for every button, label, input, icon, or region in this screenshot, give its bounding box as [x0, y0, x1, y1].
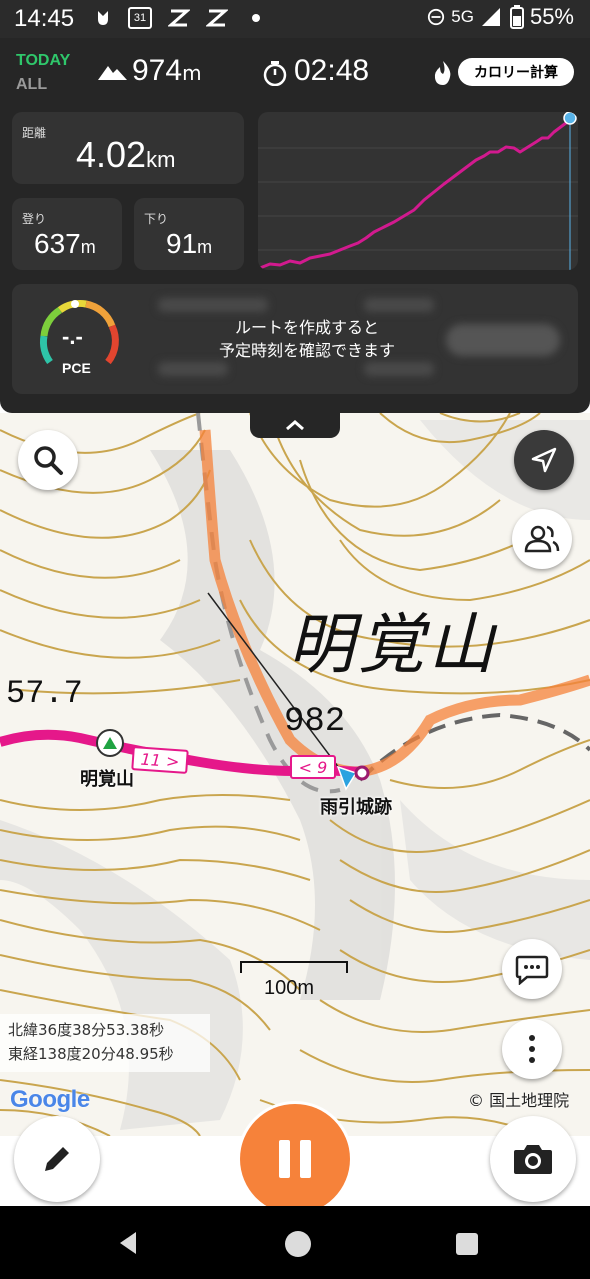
distance-card: 距離 4.02km: [12, 112, 244, 184]
elevation-profile-line: [259, 116, 575, 270]
notification-icon: [98, 11, 108, 25]
elevation-label-2: 57.7: [6, 675, 83, 712]
latitude-readout: 北緯36度38分53.38秒: [8, 1021, 165, 1039]
status-time: 14:45: [14, 5, 75, 32]
google-logo: Google: [10, 1086, 90, 1113]
route-notice-line1: ルートを作成すると: [234, 318, 379, 337]
blurred-info: [364, 298, 434, 312]
status-bar: 14:45 31 5G 55%: [0, 0, 590, 38]
elapsed-time: 02:48: [294, 54, 370, 87]
descent-display: 91m: [166, 228, 212, 260]
elevation-label: 982: [284, 703, 346, 741]
summit-marker[interactable]: [96, 729, 124, 757]
summit-icon: [103, 737, 117, 749]
distance-value: 4.02: [76, 134, 147, 175]
segment-time-label: 11 >: [131, 746, 189, 774]
altitude-value: 974: [132, 54, 183, 87]
blurred-info: [364, 362, 434, 376]
system-navigation-bar: [0, 1206, 590, 1279]
ascent-display: 637m: [34, 228, 96, 260]
app-notify-icon-2: [206, 9, 228, 27]
home-icon[interactable]: [285, 1231, 311, 1257]
current-location-icon: [336, 765, 370, 791]
chat-bubble-icon: [515, 955, 549, 985]
panel-collapse-handle[interactable]: [250, 412, 340, 438]
descent-label: 下り: [144, 212, 169, 226]
ascent-label: 登り: [22, 212, 47, 226]
elevation-profile-card[interactable]: [258, 112, 578, 270]
blurred-button: [446, 324, 560, 356]
dashed-trail-2: [358, 712, 590, 782]
current-altitude: 974m: [132, 54, 202, 88]
mountain-name-label: 明覚山: [288, 606, 498, 683]
chat-button[interactable]: [502, 939, 562, 999]
distance-unit: km: [146, 147, 176, 172]
status-right: 5G 55%: [427, 4, 574, 30]
summit-label: 明覚山: [80, 769, 134, 790]
battery-percent: 55%: [529, 4, 574, 29]
pace-card: -.- PCE ルートを作成すると 予定時刻を確認できます: [12, 284, 578, 394]
camera-icon: [514, 1145, 552, 1174]
more-options-button[interactable]: [502, 1019, 562, 1079]
scale-bar: [240, 961, 348, 973]
descent-unit: m: [197, 237, 213, 257]
blurred-info: [158, 298, 268, 312]
altitude-unit: m: [182, 61, 202, 85]
elevation-profile-chart: [258, 112, 578, 270]
scale-label: 100m: [264, 977, 315, 999]
group-members-button[interactable]: [512, 509, 572, 569]
activity-dashboard: TODAY ALL 974m 02:48 カロリー計算 距離 4.02km 登り…: [0, 38, 590, 413]
pace-label: PCE: [62, 360, 91, 376]
chevron-up-icon: [286, 420, 304, 431]
distance-display: 4.02km: [76, 134, 175, 176]
back-icon[interactable]: [116, 1230, 140, 1256]
people-icon: [524, 525, 560, 553]
route-notice-line2: 予定時刻を確認できます: [218, 341, 395, 360]
search-icon: [34, 446, 63, 475]
descent-value: 91: [166, 228, 198, 259]
dnd-icon: [428, 8, 445, 26]
network-label: 5G: [451, 7, 474, 26]
edit-button[interactable]: [14, 1116, 100, 1202]
ascent-unit: m: [80, 237, 96, 257]
profile-cursor-dot: [563, 112, 577, 125]
calendar-icon: 31: [128, 7, 152, 29]
ascent-value: 637: [34, 228, 81, 259]
castle-ruin-label: 雨引城跡: [320, 797, 392, 818]
blurred-info: [158, 362, 228, 376]
navigation-arrow-icon: [531, 447, 557, 473]
map-copyright: © 国土地理院: [468, 1091, 570, 1110]
calorie-calc-button[interactable]: カロリー計算: [458, 58, 574, 86]
longitude-readout: 東経138度20分48.95秒: [8, 1045, 174, 1063]
coordinates-box: 北緯36度38分53.38秒 東経138度20分48.95秒: [0, 1014, 210, 1072]
battery-icon: [509, 5, 524, 29]
today-toggle[interactable]: TODAY: [16, 52, 70, 70]
pencil-icon: [45, 1147, 69, 1171]
recents-icon[interactable]: [456, 1233, 478, 1255]
current-location-button[interactable]: [514, 430, 574, 490]
distance-label: 距離: [22, 126, 47, 140]
segment-time-label-2: < 9: [290, 755, 336, 779]
pause-button[interactable]: [240, 1104, 350, 1214]
ascent-card: 登り 637m: [12, 198, 122, 270]
signal-icon: [481, 8, 500, 26]
app-notify-icon: [168, 9, 190, 27]
stopwatch-icon: [263, 61, 287, 86]
flame-icon: [434, 61, 451, 85]
more-vertical-icon: [529, 1035, 535, 1063]
camera-button[interactable]: [490, 1116, 576, 1202]
more-notifications-dot: [252, 14, 260, 22]
route-notice: ルートを作成すると 予定時刻を確認できます: [182, 316, 432, 362]
pace-value: -.-: [62, 324, 83, 349]
mountain-icon: [98, 66, 127, 80]
all-toggle[interactable]: ALL: [16, 76, 47, 94]
descent-card: 下り 91m: [134, 198, 244, 270]
search-button[interactable]: [18, 430, 78, 490]
pause-icon: [279, 1140, 311, 1178]
